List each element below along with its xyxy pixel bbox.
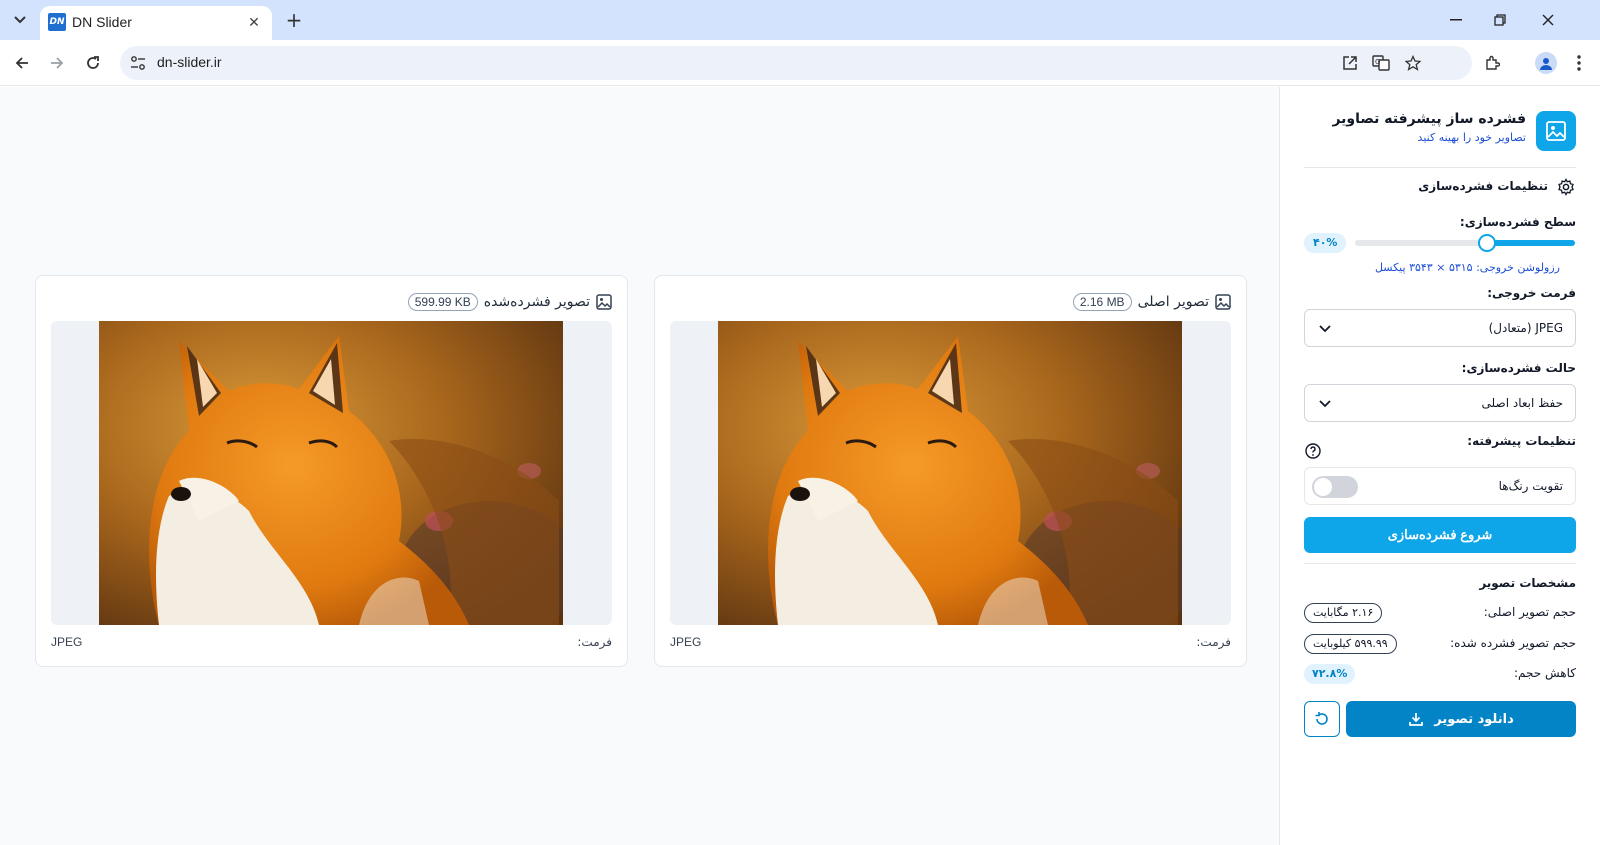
active-tab[interactable]: DN DN Slider ✕ (40, 6, 272, 40)
output-format-select[interactable]: JPEG (متعادل) (1304, 309, 1576, 347)
favicon-icon: DN (48, 13, 66, 31)
puzzle-icon (1486, 55, 1500, 70)
color-boost-label: تقویت رنگ‌ها (1498, 479, 1563, 493)
image-frame (51, 321, 612, 625)
download-label: دانلود تصویر (1434, 711, 1514, 727)
extensions-button[interactable] (1477, 48, 1507, 78)
profile-button[interactable] (1531, 48, 1561, 78)
compressed-size-badge: ۵۹۹.۹۹ کیلوبایت (1304, 634, 1397, 654)
url-text: dn-slider.ir (157, 54, 222, 70)
image-icon (1546, 121, 1566, 141)
browser-menu-button[interactable] (1564, 48, 1594, 78)
select-value: حفظ ابعاد اصلی (1481, 396, 1563, 410)
format-value: JPEG (670, 635, 702, 649)
format-label: فرمت: (1196, 635, 1231, 649)
output-resolution: رزولوشن خروجی: ۵۳۱۵ × ۳۵۴۳ پیکسل (1374, 261, 1560, 274)
card-header: تصویر فشرده‌شده 599.99 KB (407, 292, 612, 312)
open-in-app-icon[interactable] (1338, 51, 1362, 75)
arrow-left-icon (15, 57, 28, 69)
advanced-settings-label: تنظیمات پیشرفته: (1467, 434, 1576, 448)
reload-icon (87, 56, 99, 69)
original-size-badge: ۲.۱۶ مگابایت (1304, 603, 1383, 623)
original-image-card: تصویر اصلی 2.16 MB فرمت: JPEG (654, 275, 1247, 667)
slider-fill (1487, 240, 1575, 246)
settings-title: تنظیمات فشرده‌سازی (1418, 179, 1548, 193)
page: تصویر فشرده‌شده 599.99 KB فرمت: JPEG تصو… (0, 87, 1600, 845)
card-title: تصویر اصلی (1137, 294, 1209, 310)
download-button[interactable]: دانلود تصویر (1346, 701, 1576, 737)
help-icon[interactable] (1304, 442, 1322, 460)
restore-button[interactable] (1480, 6, 1520, 34)
reset-button[interactable] (1304, 701, 1340, 737)
reduction-badge: ۷۲.۸% (1304, 664, 1356, 684)
reduction-label: کاهش حجم: (1513, 666, 1576, 680)
chevron-down-icon (1317, 321, 1333, 337)
format-value: JPEG (51, 635, 83, 649)
image-specs-title: مشخصات تصویر (1479, 576, 1576, 590)
image-frame (670, 321, 1231, 625)
gear-icon (1556, 177, 1576, 197)
settings-sidebar: فشرده ساز پیشرفته تصاویر تصاویر خود را ب… (1279, 87, 1600, 845)
compression-level-value: ۴۰% (1304, 233, 1347, 253)
site-info-icon[interactable] (126, 51, 150, 75)
kebab-menu-icon (1577, 55, 1581, 71)
size-badge: 2.16 MB (1072, 293, 1132, 311)
divider (1304, 563, 1576, 564)
tab-search-button[interactable] (7, 8, 33, 32)
reload-button[interactable] (78, 48, 108, 78)
compression-mode-select[interactable]: حفظ ابعاد اصلی (1304, 384, 1576, 422)
svg-text:G: G (1375, 58, 1380, 66)
minimize-button[interactable] (1436, 6, 1476, 34)
app-logo (1536, 111, 1576, 151)
compression-mode-label: حالت فشرده‌سازی: (1461, 361, 1576, 375)
select-value: JPEG (متعادل) (1488, 321, 1563, 335)
color-boost-row: تقویت رنگ‌ها (1304, 467, 1576, 505)
chevron-down-icon (14, 16, 26, 24)
close-tab-icon[interactable]: ✕ (244, 13, 264, 33)
color-boost-toggle[interactable] (1312, 476, 1358, 498)
size-badge: 599.99 KB (407, 293, 478, 311)
slider-thumb[interactable] (1478, 234, 1496, 252)
minimize-icon (1450, 19, 1462, 21)
image-icon (596, 294, 612, 310)
compressed-image-card: تصویر فشرده‌شده 599.99 KB فرمت: JPEG (35, 275, 628, 667)
tab-title: DN Slider (72, 14, 132, 30)
translate-icon[interactable]: G (1369, 51, 1393, 75)
avatar-icon (1535, 52, 1557, 74)
arrow-right-icon (51, 57, 64, 69)
card-title: تصویر فشرده‌شده (483, 294, 590, 310)
compressed-size-label: حجم تصویر فشرده شده: (1450, 636, 1576, 650)
address-bar[interactable]: dn-slider.ir G (120, 46, 1472, 80)
tab-strip: DN DN Slider ✕ + (0, 0, 1600, 40)
compression-level-label: سطح فشرده‌سازی: (1459, 215, 1576, 229)
reset-icon (1315, 712, 1328, 725)
app-title: فشرده ساز پیشرفته تصاویر (1332, 111, 1526, 127)
forward-button[interactable] (42, 48, 72, 78)
compressed-fox-image (99, 321, 563, 625)
download-icon (1409, 713, 1424, 726)
start-compression-button[interactable]: شروع فشرده‌سازی (1304, 517, 1576, 553)
original-fox-image (718, 321, 1182, 625)
format-label: فرمت: (577, 635, 612, 649)
close-icon (1542, 14, 1554, 26)
divider (1304, 167, 1576, 168)
toggle-knob (1314, 478, 1332, 496)
original-size-label: حجم تصویر اصلی: (1483, 605, 1576, 619)
restore-icon (1494, 14, 1506, 26)
app-subtitle: تصاویر خود را بهینه کنید (1417, 131, 1526, 144)
browser-toolbar: dn-slider.ir G (0, 40, 1600, 86)
chevron-down-icon (1317, 396, 1333, 412)
close-window-button[interactable] (1528, 6, 1568, 34)
bookmark-star-icon[interactable] (1401, 51, 1425, 75)
back-button[interactable] (7, 48, 37, 78)
output-format-label: فرمت خروجی: (1487, 286, 1576, 300)
card-header: تصویر اصلی 2.16 MB (1072, 292, 1231, 312)
compression-level-slider[interactable] (1355, 234, 1575, 252)
image-icon (1215, 294, 1231, 310)
new-tab-button[interactable]: + (280, 8, 308, 32)
preview-area: تصویر فشرده‌شده 599.99 KB فرمت: JPEG تصو… (0, 87, 1279, 845)
